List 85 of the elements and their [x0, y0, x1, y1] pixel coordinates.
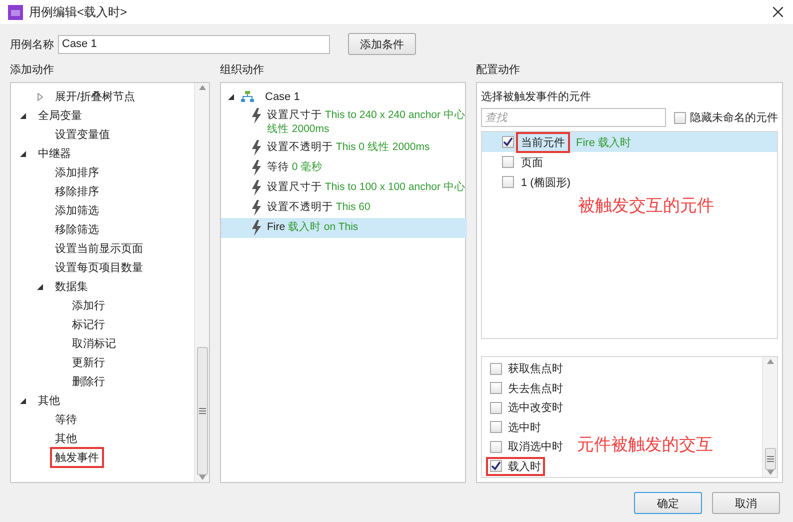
lightning-icon — [251, 180, 262, 196]
action-item[interactable]: 全局变量 — [33, 105, 87, 126]
action-item[interactable]: 中继器 — [33, 143, 76, 164]
search-field[interactable]: 查找 — [481, 108, 666, 127]
collapse-arrow-icon[interactable] — [36, 282, 44, 290]
case-name-label: 用例名称 — [10, 38, 54, 52]
action-item[interactable]: 移除排序 — [50, 181, 104, 202]
checkbox[interactable] — [674, 112, 686, 124]
lightning-icon — [251, 108, 262, 124]
event-label: 取消选中时 — [508, 440, 563, 454]
section-heading: 添加动作 — [10, 63, 55, 76]
checkbox-label: 隐藏未命名的元件 — [690, 110, 778, 125]
lightning-icon — [251, 200, 262, 216]
checkbox[interactable] — [490, 421, 502, 434]
scroll-thumb[interactable] — [764, 448, 776, 470]
event-label: 失去焦点时 — [508, 382, 563, 396]
action-item[interactable]: 添加筛选 — [50, 200, 104, 221]
event-label: 获取焦点时 — [508, 362, 563, 376]
scroll-up-icon[interactable] — [198, 85, 206, 90]
scrollbar[interactable] — [762, 357, 777, 477]
action-item[interactable]: 设置每页项目数量 — [50, 257, 148, 278]
action-item[interactable]: 标记行 — [67, 314, 110, 335]
action-item[interactable]: 移除筛选 — [50, 219, 104, 240]
element-list-heading: 选择被触发事件的元件 — [481, 90, 592, 104]
action-row[interactable]: 设置尺寸于 This to 100 x 100 anchor 中心 — [221, 178, 467, 198]
collapse-arrow-icon[interactable] — [19, 150, 27, 158]
scroll-thumb[interactable] — [196, 347, 208, 475]
window-title: 用例编辑<载入时> — [29, 4, 128, 20]
action-item[interactable]: 数据集 — [50, 276, 93, 297]
event-detail: Fire 载入时 — [576, 136, 631, 150]
section-heading: 配置动作 — [476, 63, 521, 76]
event-label: 选中时 — [508, 420, 541, 435]
event-label: 选中改变时 — [508, 400, 563, 416]
lightning-icon — [251, 160, 262, 176]
checkbox[interactable] — [490, 440, 502, 453]
action-item[interactable]: 等待 — [50, 409, 82, 430]
ok-button[interactable]: 确定 — [634, 492, 702, 514]
collapse-arrow-icon[interactable] — [19, 112, 27, 120]
annotation-text: 元件被触发的交互 — [577, 434, 713, 456]
checkbox[interactable] — [490, 460, 502, 472]
element-row[interactable]: 1 (椭圆形) — [482, 172, 777, 192]
collapse-arrow-icon[interactable] — [227, 92, 235, 100]
element-row[interactable]: 当前元件 Fire 载入时 — [482, 132, 777, 152]
app-logo-icon — [8, 4, 23, 20]
checkbox[interactable] — [502, 136, 514, 148]
checkbox[interactable] — [490, 362, 502, 375]
action-item[interactable]: 触发事件 — [50, 447, 104, 468]
expand-arrow-icon[interactable] — [36, 92, 44, 100]
checkbox[interactable] — [490, 402, 502, 414]
action-item[interactable]: 设置变量值 — [50, 124, 115, 145]
action-item[interactable]: 添加排序 — [50, 162, 104, 183]
scroll-up-icon[interactable] — [766, 359, 774, 364]
collapse-arrow-icon[interactable] — [19, 396, 27, 404]
action-item[interactable]: 添加行 — [67, 295, 110, 316]
close-icon[interactable] — [773, 7, 783, 17]
element-label: 当前元件 — [516, 132, 570, 152]
action-item[interactable]: 其他 — [33, 390, 65, 411]
checkbox[interactable] — [502, 176, 514, 188]
element-row[interactable]: 页面 — [482, 152, 777, 172]
action-row[interactable]: 设置不透明于 This 60 — [221, 198, 467, 218]
event-label: 载入时 — [508, 460, 541, 474]
action-item[interactable]: 取消标记 — [67, 333, 121, 354]
action-item[interactable]: 更新行 — [67, 352, 110, 373]
action-item[interactable]: 展开/折叠树节点 — [50, 86, 140, 107]
element-label: 页面 — [520, 156, 544, 170]
action-row[interactable]: Fire 载入时 on This — [221, 218, 467, 238]
checkbox[interactable] — [502, 156, 514, 168]
action-item[interactable]: 删除行 — [67, 371, 110, 392]
lightning-icon — [251, 220, 262, 236]
section-heading: 组织动作 — [220, 63, 265, 76]
scrollbar[interactable] — [194, 83, 209, 482]
action-item[interactable]: 其他 — [50, 428, 82, 449]
checkbox[interactable] — [490, 382, 502, 394]
lightning-icon — [251, 140, 262, 156]
case-item[interactable]: Case 1 — [260, 88, 305, 106]
element-label: 1 (椭圆形) — [520, 176, 572, 190]
add-condition-button[interactable]: 添加条件 — [348, 33, 416, 55]
action-row[interactable]: 设置尺寸于 This to 240 x 240 anchor 中心线性 2000ms — [221, 106, 467, 138]
action-item[interactable]: 设置当前显示页面 — [50, 238, 148, 259]
case-tree-icon — [241, 91, 254, 102]
action-row[interactable]: 等待 0 毫秒 — [221, 158, 467, 178]
case-name-field[interactable]: Case 1 — [58, 34, 330, 54]
cancel-button[interactable]: 取消 — [712, 492, 780, 514]
annotation-text: 被触发交互的元件 — [578, 195, 714, 217]
action-row[interactable]: 设置不透明于 This 0 线性 2000ms — [221, 138, 467, 158]
